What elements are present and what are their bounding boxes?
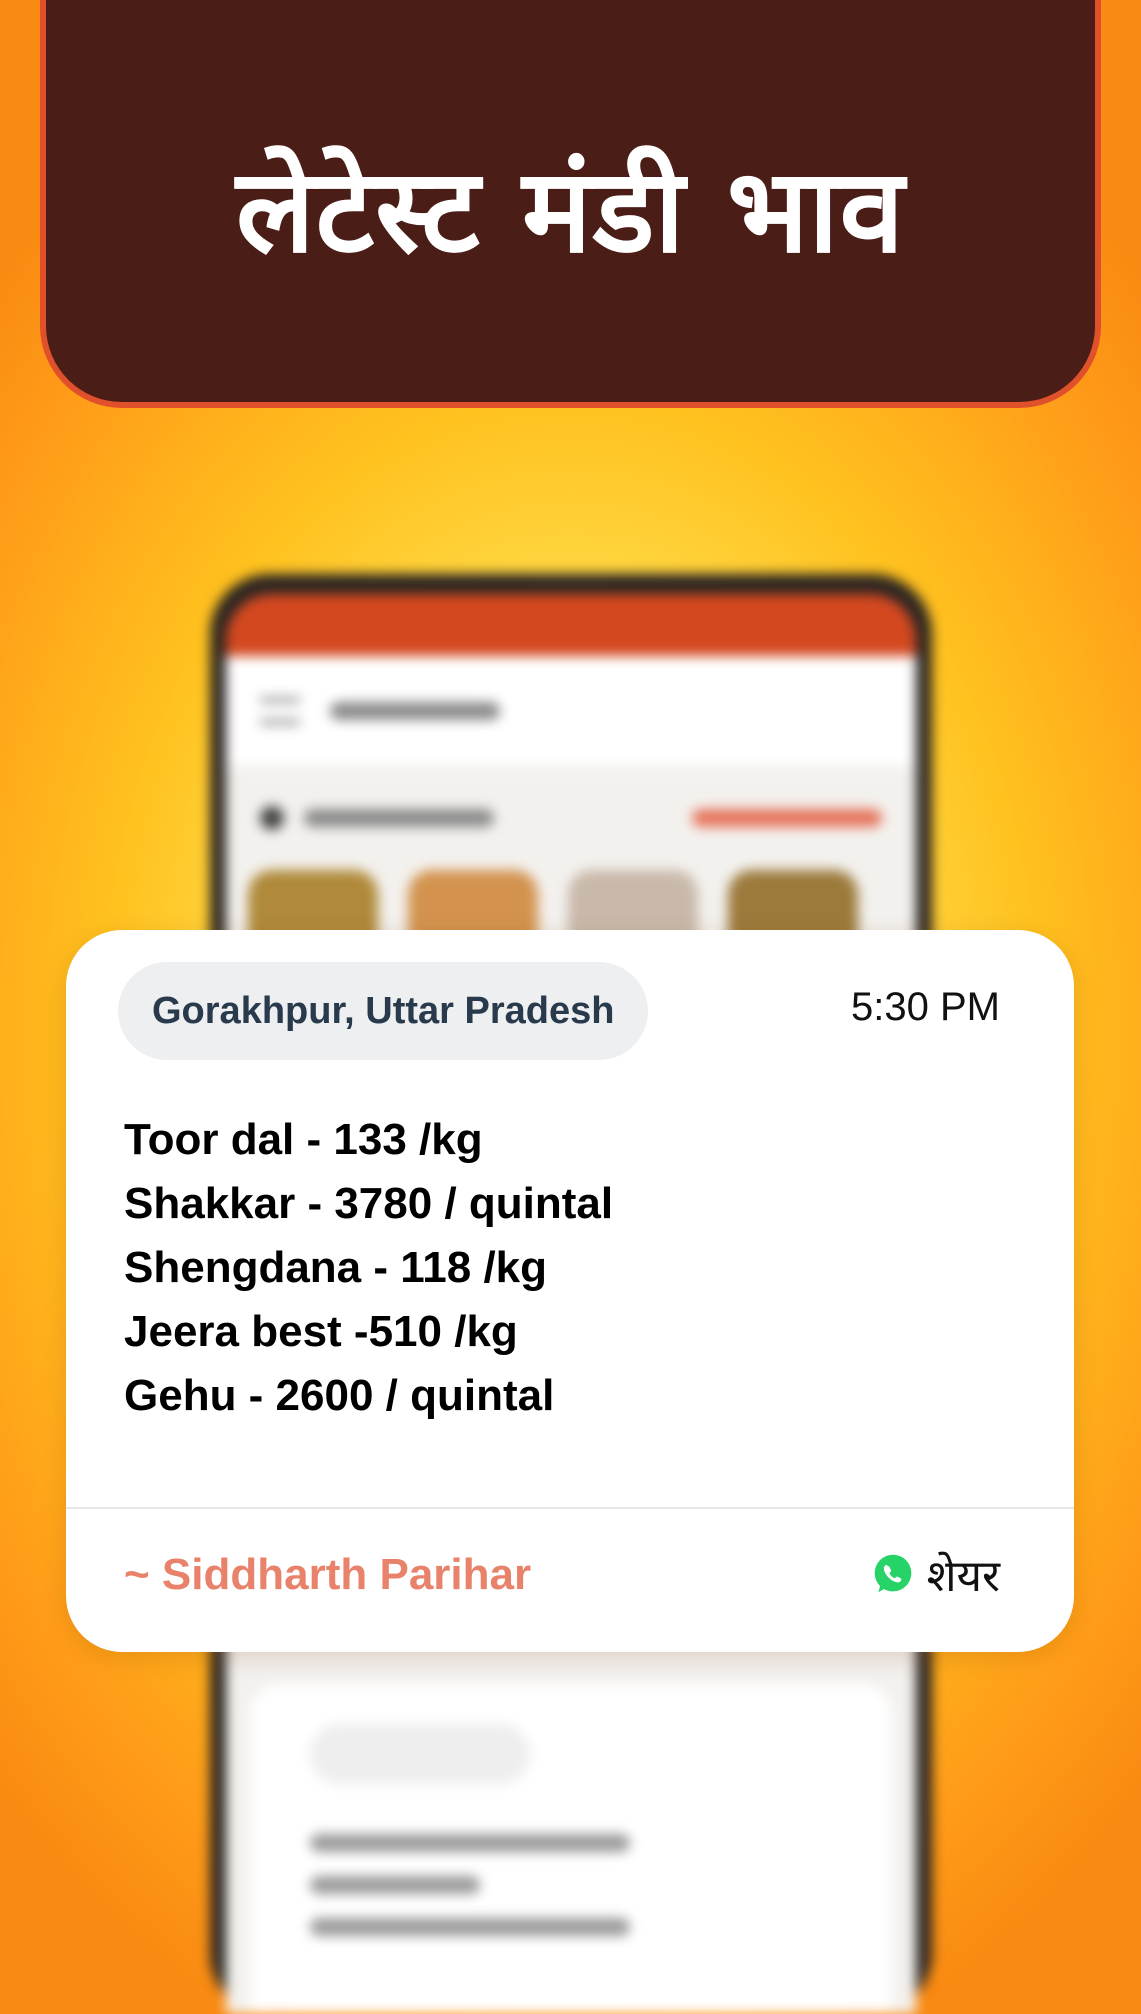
phone-location-row — [226, 766, 916, 830]
price-item: Toor dal - 133 /kg — [124, 1115, 483, 1164]
location-pin-icon — [260, 806, 284, 830]
app-bar-title-placeholder — [330, 702, 500, 720]
price-list: Toor dal - 133 /kg Shakkar - 3780 / quin… — [124, 1108, 613, 1428]
author-name[interactable]: ~ Siddharth Parihar — [124, 1550, 531, 1600]
share-label: शेयर — [926, 1551, 1000, 1602]
location-label: Gorakhpur, Uttar Pradesh — [152, 989, 615, 1032]
location-placeholder — [304, 809, 494, 827]
text-placeholder — [310, 1876, 480, 1894]
text-placeholder — [310, 1918, 630, 1936]
card-divider — [66, 1507, 1074, 1509]
second-card-pill — [310, 1724, 530, 1784]
header-banner: लेटेस्ट मंडी भाव — [40, 0, 1101, 408]
price-item: Shakkar - 3780 / quintal — [124, 1179, 614, 1228]
text-placeholder — [310, 1834, 630, 1852]
phone-second-card — [250, 1684, 892, 2014]
price-item: Jeera best -510 /kg — [124, 1307, 518, 1356]
menu-icon — [260, 697, 300, 725]
price-item: Shengdana - 118 /kg — [124, 1243, 548, 1292]
price-item: Gehu - 2600 / quintal — [124, 1371, 555, 1420]
phone-status-bar — [226, 594, 916, 656]
link-placeholder — [692, 809, 882, 827]
banner-title: लेटेस्ट मंडी भाव — [235, 144, 906, 279]
location-chip[interactable]: Gorakhpur, Uttar Pradesh — [118, 962, 649, 1060]
mandi-price-card: Gorakhpur, Uttar Pradesh 5:30 PM Toor da… — [66, 930, 1074, 1652]
post-time: 5:30 PM — [851, 985, 1000, 1029]
share-button[interactable]: शेयर — [871, 1544, 1000, 1604]
whatsapp-icon — [874, 1554, 911, 1593]
phone-app-bar — [226, 656, 916, 766]
